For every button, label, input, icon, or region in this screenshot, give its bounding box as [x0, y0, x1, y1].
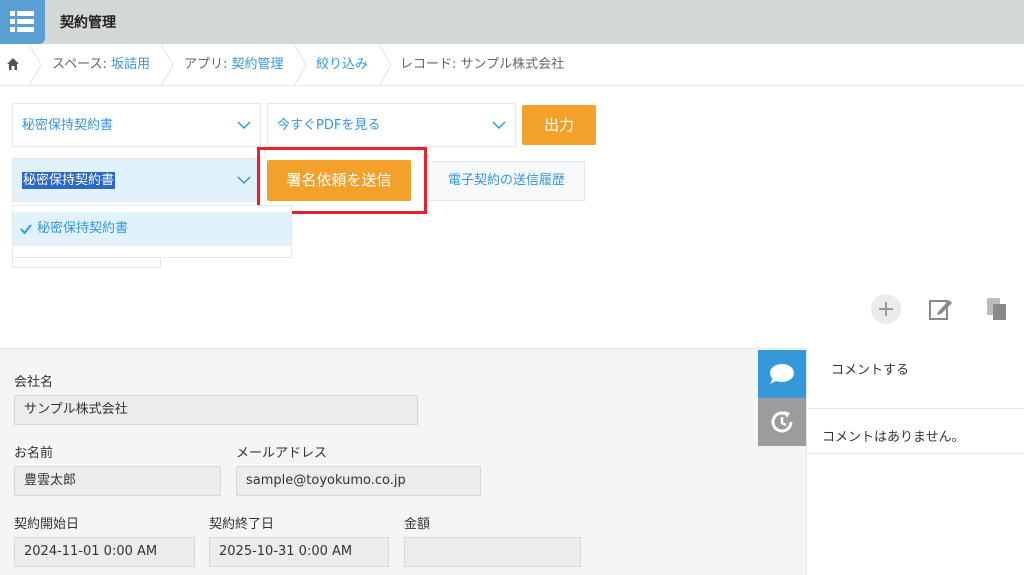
- chevron-down-icon: [237, 176, 251, 185]
- divider: [807, 408, 1024, 409]
- dropdown-shadow: [12, 258, 161, 268]
- record-detail: 会社名 サンプル株式会社 お名前 豊雲太郎 メールアドレス sample@toy…: [0, 348, 806, 575]
- breadcrumb-separator-icon: [378, 44, 392, 86]
- amount-value: [404, 537, 581, 567]
- speech-bubble-icon: [770, 364, 794, 384]
- end-date-label: 契約終了日: [209, 517, 275, 532]
- chevron-down-icon: [492, 121, 506, 130]
- breadcrumb-app[interactable]: アプリ: 契約管理: [184, 44, 284, 86]
- copy-icon[interactable]: [985, 296, 1009, 322]
- home-icon[interactable]: [6, 57, 20, 71]
- breadcrumb-record: レコード: サンプル株式会社: [400, 57, 565, 72]
- breadcrumb-separator-icon: [160, 44, 174, 86]
- app-icon[interactable]: [0, 0, 45, 44]
- history-tab[interactable]: [758, 398, 806, 446]
- history-icon: [771, 411, 793, 433]
- app-header: 契約管理: [0, 0, 1024, 44]
- dropdown-option-nda[interactable]: 秘密保持契約書: [13, 212, 291, 246]
- name-label: お名前: [14, 446, 54, 461]
- email-value: sample@toyokumo.co.jp: [236, 466, 481, 496]
- breadcrumb: スペース: 坂詰用 アプリ: 契約管理 絞り込み レコード: サンプル株式会社: [0, 44, 1024, 86]
- amount-label: 金額: [404, 517, 431, 532]
- comments-panel: コメントする コメントはありません。: [806, 348, 1024, 575]
- edit-icon[interactable]: [928, 296, 954, 322]
- output-button[interactable]: 出力: [522, 105, 596, 145]
- esign-history-button[interactable]: 電子契約の送信履歴: [428, 161, 585, 201]
- breadcrumb-separator-icon: [28, 44, 42, 86]
- company-value: サンプル株式会社: [14, 395, 418, 425]
- post-comment-link[interactable]: コメントする: [831, 359, 909, 378]
- add-record-icon[interactable]: [870, 293, 902, 325]
- start-date-value: 2024-11-01 0:00 AM: [14, 537, 195, 567]
- name-value: 豊雲太郎: [14, 466, 221, 496]
- check-icon: [20, 224, 32, 235]
- breadcrumb-filter[interactable]: 絞り込み: [316, 44, 368, 86]
- email-label: メールアドレス: [236, 446, 328, 461]
- start-date-label: 契約開始日: [14, 517, 80, 532]
- app-title: 契約管理: [60, 15, 116, 31]
- comments-tab[interactable]: [758, 350, 806, 398]
- send-signature-request-button[interactable]: 署名依頼を送信: [267, 160, 411, 201]
- divider: [807, 453, 1024, 454]
- template-select[interactable]: 秘密保持契約書: [12, 103, 261, 147]
- breadcrumb-space[interactable]: スペース: 坂詰用: [52, 44, 150, 86]
- contract-dropdown-menu: 秘密保持契約書: [12, 205, 292, 258]
- end-date-value: 2025-10-31 0:00 AM: [209, 537, 389, 567]
- no-comments-text: コメントはありません。: [822, 430, 965, 445]
- chevron-down-icon: [237, 121, 251, 130]
- contract-select[interactable]: 秘密保持契約書: [12, 158, 261, 202]
- list-icon: [10, 11, 34, 32]
- company-label: 会社名: [14, 375, 54, 390]
- breadcrumb-separator-icon: [293, 44, 307, 86]
- view-select[interactable]: 今すぐPDFを見る: [267, 103, 516, 147]
